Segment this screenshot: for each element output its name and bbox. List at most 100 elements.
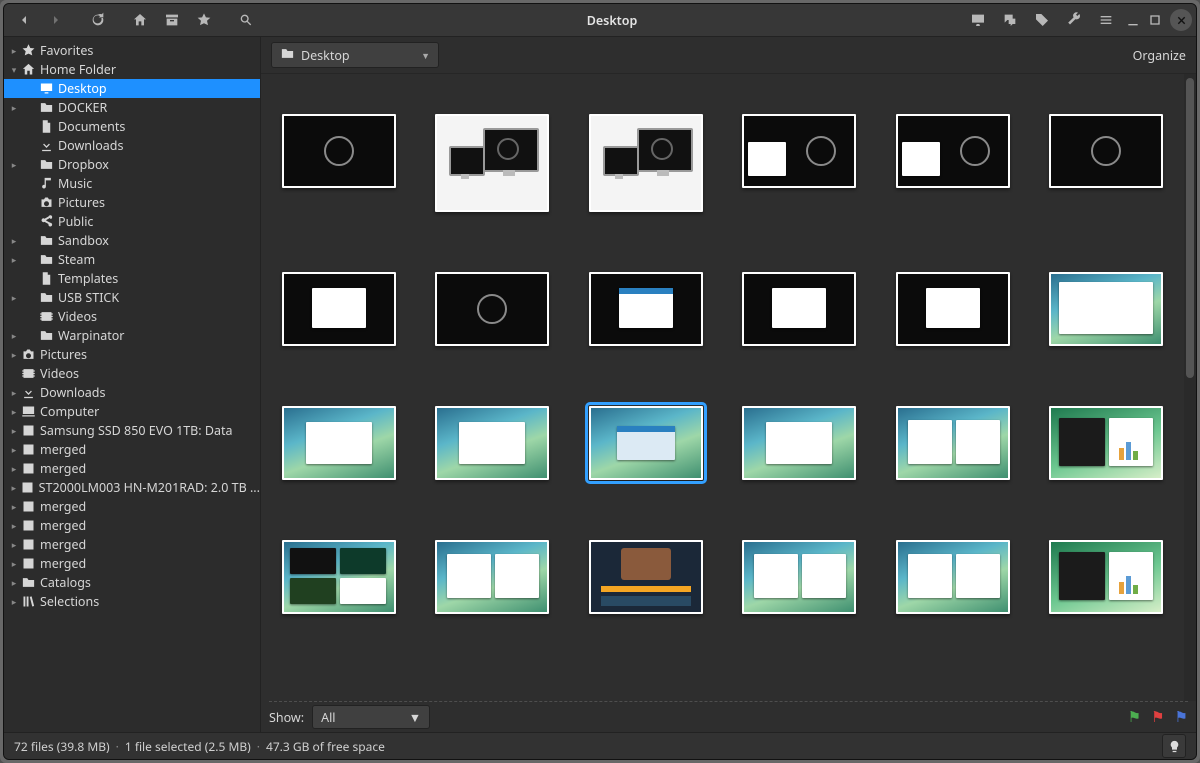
sidebar-item-selections[interactable]: ▸Selections (4, 592, 260, 611)
thumbnail[interactable] (282, 406, 396, 480)
expand-icon[interactable]: ▸ (8, 462, 20, 475)
thumbnail[interactable] (896, 272, 1010, 346)
sidebar-item-favorites[interactable]: ▸Favorites (4, 41, 260, 60)
close-button[interactable] (1170, 9, 1192, 31)
expand-icon[interactable]: ▸ (8, 101, 20, 114)
thumbnail[interactable] (1049, 540, 1163, 614)
thumbnail-grid[interactable] (261, 74, 1184, 654)
thumbnail[interactable] (435, 272, 549, 346)
sidebar-item-downloads[interactable]: ▸Downloads (4, 383, 260, 402)
sidebar-item-samsung-ssd-850-evo-1tb-data[interactable]: ▸Samsung SSD 850 EVO 1TB: Data (4, 421, 260, 440)
expand-icon[interactable]: ▸ (8, 576, 20, 589)
expand-icon[interactable]: ▸ (8, 481, 19, 494)
thumbnail[interactable] (742, 540, 856, 614)
thumbnail[interactable] (896, 114, 1010, 188)
sidebar-item-usb-stick[interactable]: ▸USB STICK (4, 288, 260, 307)
sidebar-item-merged[interactable]: ▸merged (4, 459, 260, 478)
thumbnail[interactable] (1049, 114, 1163, 188)
sidebar-item-computer[interactable]: ▸Computer (4, 402, 260, 421)
sidebar-item-documents[interactable]: Documents (4, 117, 260, 136)
expand-icon[interactable]: ▸ (8, 386, 20, 399)
sidebar-item-merged[interactable]: ▸merged (4, 535, 260, 554)
sidebar-item-pictures[interactable]: ▸Pictures (4, 345, 260, 364)
sidebar-item-dropbox[interactable]: ▸Dropbox (4, 155, 260, 174)
expand-icon[interactable]: ▸ (8, 348, 20, 361)
thumbnail[interactable] (282, 272, 396, 346)
expand-icon[interactable]: ▸ (8, 158, 20, 171)
sidebar-item-docker[interactable]: ▸DOCKER (4, 98, 260, 117)
expand-icon[interactable]: ▸ (8, 538, 20, 551)
sidebar-item-pictures[interactable]: Pictures (4, 193, 260, 212)
sidebar-item-merged[interactable]: ▸merged (4, 440, 260, 459)
thumbnail[interactable] (1049, 272, 1163, 346)
expand-icon[interactable]: ▾ (8, 63, 20, 76)
thumbnail[interactable] (589, 272, 703, 346)
thumbnail[interactable] (742, 272, 856, 346)
thumbnail[interactable] (896, 540, 1010, 614)
thumbnail[interactable] (589, 114, 703, 212)
thumbnail[interactable] (742, 406, 856, 480)
thumbnail[interactable] (435, 114, 549, 212)
sidebar-item-templates[interactable]: Templates (4, 269, 260, 288)
sidebar-item-merged[interactable]: ▸merged (4, 554, 260, 573)
expand-icon[interactable]: ▸ (8, 595, 20, 608)
expand-icon[interactable]: ▸ (8, 519, 20, 532)
expand-icon[interactable]: ▸ (8, 424, 20, 437)
sidebar-item-downloads[interactable]: Downloads (4, 136, 260, 155)
back-button[interactable] (8, 6, 40, 34)
tags-icon[interactable] (1026, 6, 1058, 34)
search-button[interactable] (230, 6, 262, 34)
menu-icon[interactable] (1090, 6, 1122, 34)
thumbnail[interactable] (435, 540, 549, 614)
organize-button[interactable]: Organize (1133, 47, 1186, 64)
sidebar-item-steam[interactable]: ▸Steam (4, 250, 260, 269)
lightbulb-button[interactable] (1162, 734, 1186, 758)
history-button[interactable] (82, 6, 114, 34)
sidebar-item-catalogs[interactable]: ▸Catalogs (4, 573, 260, 592)
flag-blue-icon[interactable]: ⚑ (1175, 707, 1188, 727)
sidebar-item-merged[interactable]: ▸merged (4, 516, 260, 535)
expand-icon[interactable]: ▸ (8, 329, 20, 342)
forward-button[interactable] (40, 6, 72, 34)
sidebar-item-music[interactable]: Music (4, 174, 260, 193)
sidebar-tree[interactable]: ▸Favorites▾Home FolderDesktop▸DOCKERDocu… (4, 37, 261, 732)
thumbnail[interactable] (589, 540, 703, 614)
tools-icon[interactable] (1058, 6, 1090, 34)
scrollbar[interactable] (1184, 74, 1196, 701)
expand-icon[interactable]: ▸ (8, 405, 20, 418)
thumbnail[interactable] (742, 114, 856, 188)
thumbnail[interactable] (896, 406, 1010, 480)
thumbnail[interactable] (435, 406, 549, 480)
minimize-button[interactable] (1122, 9, 1144, 31)
flag-red-icon[interactable]: ⚑ (1151, 707, 1164, 727)
sidebar-item-st2000lm003-hn-m201rad-2-0-tb-[interactable]: ▸ST2000LM003 HN-M201RAD: 2.0 TB ... (4, 478, 260, 497)
location-dropdown[interactable]: Desktop ▼ (271, 42, 439, 68)
comments-icon[interactable] (994, 6, 1026, 34)
sidebar-item-public[interactable]: Public (4, 212, 260, 231)
sidebar-item-desktop[interactable]: Desktop (4, 79, 260, 98)
thumbnail[interactable] (589, 406, 703, 480)
sidebar-item-home-folder[interactable]: ▾Home Folder (4, 60, 260, 79)
expand-icon[interactable]: ▸ (8, 557, 20, 570)
expand-icon[interactable]: ▸ (8, 291, 20, 304)
maximize-button[interactable] (1144, 9, 1166, 31)
expand-icon[interactable]: ▸ (8, 443, 20, 456)
thumbnail[interactable] (282, 114, 396, 188)
sidebar-item-sandbox[interactable]: ▸Sandbox (4, 231, 260, 250)
archive-button[interactable] (156, 6, 188, 34)
expand-icon[interactable]: ▸ (8, 253, 20, 266)
filter-select[interactable]: All ▼ (312, 705, 430, 729)
bookmark-button[interactable] (188, 6, 220, 34)
flag-green-icon[interactable]: ⚑ (1128, 707, 1141, 727)
sidebar-item-videos[interactable]: Videos (4, 364, 260, 383)
expand-icon[interactable]: ▸ (8, 234, 20, 247)
sidebar-item-merged[interactable]: ▸merged (4, 497, 260, 516)
expand-icon[interactable]: ▸ (8, 44, 20, 57)
sidebar-item-videos[interactable]: Videos (4, 307, 260, 326)
thumbnail[interactable] (282, 540, 396, 614)
thumbnail[interactable] (1049, 406, 1163, 480)
expand-icon[interactable]: ▸ (8, 500, 20, 513)
presentation-icon[interactable] (962, 6, 994, 34)
sidebar-item-warpinator[interactable]: ▸Warpinator (4, 326, 260, 345)
home-button[interactable] (124, 6, 156, 34)
